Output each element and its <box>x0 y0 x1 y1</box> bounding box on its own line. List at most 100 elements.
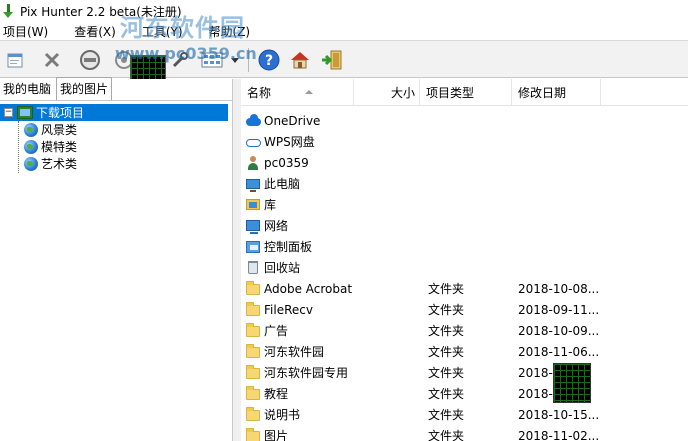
control-panel-icon <box>245 239 261 254</box>
title-bar: Pix Hunter 2.2 beta(未注册) <box>0 0 688 22</box>
tab-my-pictures[interactable]: 我的图片 <box>56 77 113 100</box>
menu-tools[interactable]: 工具(Y) <box>139 23 186 40</box>
settings-icon <box>172 52 188 68</box>
column-header-size[interactable]: 大小 <box>354 79 420 106</box>
file-name-cell: 教程 <box>245 385 288 402</box>
file-name: 教程 <box>264 387 289 401</box>
file-type: 文件夹 <box>428 303 465 317</box>
settings-button[interactable] <box>168 49 192 71</box>
project-folder-icon <box>17 106 33 119</box>
file-row[interactable]: 网络 <box>241 215 688 236</box>
file-row[interactable]: 说明书 文件夹 2018-10-15... <box>241 404 688 425</box>
library-icon <box>245 197 261 212</box>
file-row[interactable]: 河东软件园 文件夹 2018-11-06... <box>241 341 688 362</box>
tree-root-item[interactable]: − 下载项目 <box>0 104 228 121</box>
file-name-cell: 网络 <box>245 217 288 234</box>
folder-icon <box>245 323 261 338</box>
column-type-label: 项目类型 <box>426 86 475 100</box>
toolbar-separator <box>248 48 249 72</box>
file-row[interactable]: 控制面板 <box>241 236 688 257</box>
file-row[interactable]: FileRecv 文件夹 2018-09-11... <box>241 299 688 320</box>
exit-button[interactable] <box>320 49 344 71</box>
tree-item-model[interactable]: 模特类 <box>0 138 232 155</box>
file-date: 2018-11-02... <box>518 428 600 441</box>
folder-icon <box>245 302 261 317</box>
file-name-cell: 广告 <box>245 322 288 339</box>
file-name-cell: 图片 <box>245 427 288 441</box>
tree-item-label: 艺术类 <box>41 157 78 171</box>
file-name: WPS网盘 <box>264 135 315 149</box>
file-row[interactable]: 此电脑 <box>241 173 688 194</box>
file-name: 图片 <box>264 429 289 441</box>
folder-icon <box>245 281 261 296</box>
file-row[interactable]: OneDrive <box>241 110 688 131</box>
tree-item-label: 模特类 <box>41 140 78 154</box>
new-project-button[interactable] <box>4 49 28 71</box>
onedrive-icon <box>245 113 261 128</box>
tree-item-landscape[interactable]: 风景类 <box>0 121 232 138</box>
app-icon <box>2 4 14 18</box>
thumbnails-view-button[interactable] <box>200 49 224 71</box>
file-row[interactable]: WPS网盘 <box>241 131 688 152</box>
file-name: 广告 <box>264 324 289 338</box>
menu-project[interactable]: 项目(W) <box>0 23 51 40</box>
help-button[interactable]: ? <box>257 49 281 71</box>
globe-icon <box>24 156 38 171</box>
stop-icon <box>80 50 100 70</box>
file-name-cell: 控制面板 <box>245 238 312 255</box>
file-row[interactable]: 库 <box>241 194 688 215</box>
file-name: pc0359 <box>264 155 309 170</box>
file-date: 2018-10-15... <box>518 407 600 422</box>
file-type: 文件夹 <box>428 345 465 359</box>
file-name-cell: 此电脑 <box>245 175 300 192</box>
file-type: 文件夹 <box>428 282 465 296</box>
file-row[interactable]: 广告 文件夹 2018-10-09... <box>241 320 688 341</box>
file-name: Adobe Acrobat <box>264 281 353 296</box>
file-name-cell: FileRecv <box>245 302 313 317</box>
file-name: 说明书 <box>264 408 301 422</box>
delete-button[interactable] <box>40 49 64 71</box>
file-name: 库 <box>264 198 277 212</box>
left-tabs: 我的电脑 我的图片 <box>0 77 232 101</box>
file-row[interactable]: Adobe Acrobat 文件夹 2018-10-08... <box>241 278 688 299</box>
column-header-date[interactable]: 修改日期 <box>512 79 601 106</box>
column-header-name[interactable]: 名称 <box>241 79 354 106</box>
file-row[interactable]: 河东软件园专用 文件夹 2018-1 <box>241 362 688 383</box>
menu-bar: 项目(W) 查看(X) 工具(Y) 帮助(Z) <box>0 22 688 40</box>
file-date: 2018-10-09... <box>518 323 600 338</box>
file-type: 文件夹 <box>428 387 465 401</box>
file-row[interactable]: 回收站 <box>241 257 688 278</box>
column-header-type[interactable]: 项目类型 <box>420 79 512 106</box>
tree-root-label: 下载项目 <box>36 106 85 120</box>
tree-item-art[interactable]: 艺术类 <box>0 155 232 172</box>
stop-button[interactable] <box>78 49 102 71</box>
file-name: 回收站 <box>264 261 301 275</box>
file-name-cell: 河东软件园专用 <box>245 364 348 381</box>
home-button[interactable] <box>288 49 312 71</box>
file-date: 2018-10-08... <box>518 281 600 296</box>
menu-view[interactable]: 查看(X) <box>71 23 119 40</box>
file-name: 此电脑 <box>264 177 301 191</box>
file-name: OneDrive <box>264 113 321 128</box>
toolbar: ? <box>0 40 688 97</box>
recycle-bin-icon <box>245 260 261 275</box>
file-name-cell: 说明书 <box>245 406 300 423</box>
folder-icon <box>245 386 261 401</box>
user-icon <box>245 155 261 170</box>
pane-splitter[interactable] <box>233 79 241 441</box>
delete-icon <box>44 52 60 68</box>
view-dropdown-button[interactable] <box>228 49 242 71</box>
file-row[interactable]: 教程 文件夹 2018-1 <box>241 383 688 404</box>
column-name-label: 名称 <box>247 86 272 100</box>
file-name: 控制面板 <box>264 240 313 254</box>
column-date-label: 修改日期 <box>518 86 567 100</box>
menu-help[interactable]: 帮助(Z) <box>206 23 254 40</box>
left-pane: 我的电脑 我的图片 − 下载项目 风景类 模特类 艺术类 <box>0 77 233 441</box>
tab-my-computer[interactable]: 我的电脑 <box>0 78 54 100</box>
file-row[interactable]: 图片 文件夹 2018-11-02... <box>241 425 688 441</box>
file-list-pane: 名称 大小 项目类型 修改日期 OneDrive WPS网盘 pc0359 此电脑库网… <box>241 79 688 441</box>
file-row[interactable]: pc0359 <box>241 152 688 173</box>
file-name-cell: 回收站 <box>245 259 300 276</box>
file-date: 2018-09-11... <box>518 302 600 317</box>
collapse-icon[interactable]: − <box>4 108 13 117</box>
